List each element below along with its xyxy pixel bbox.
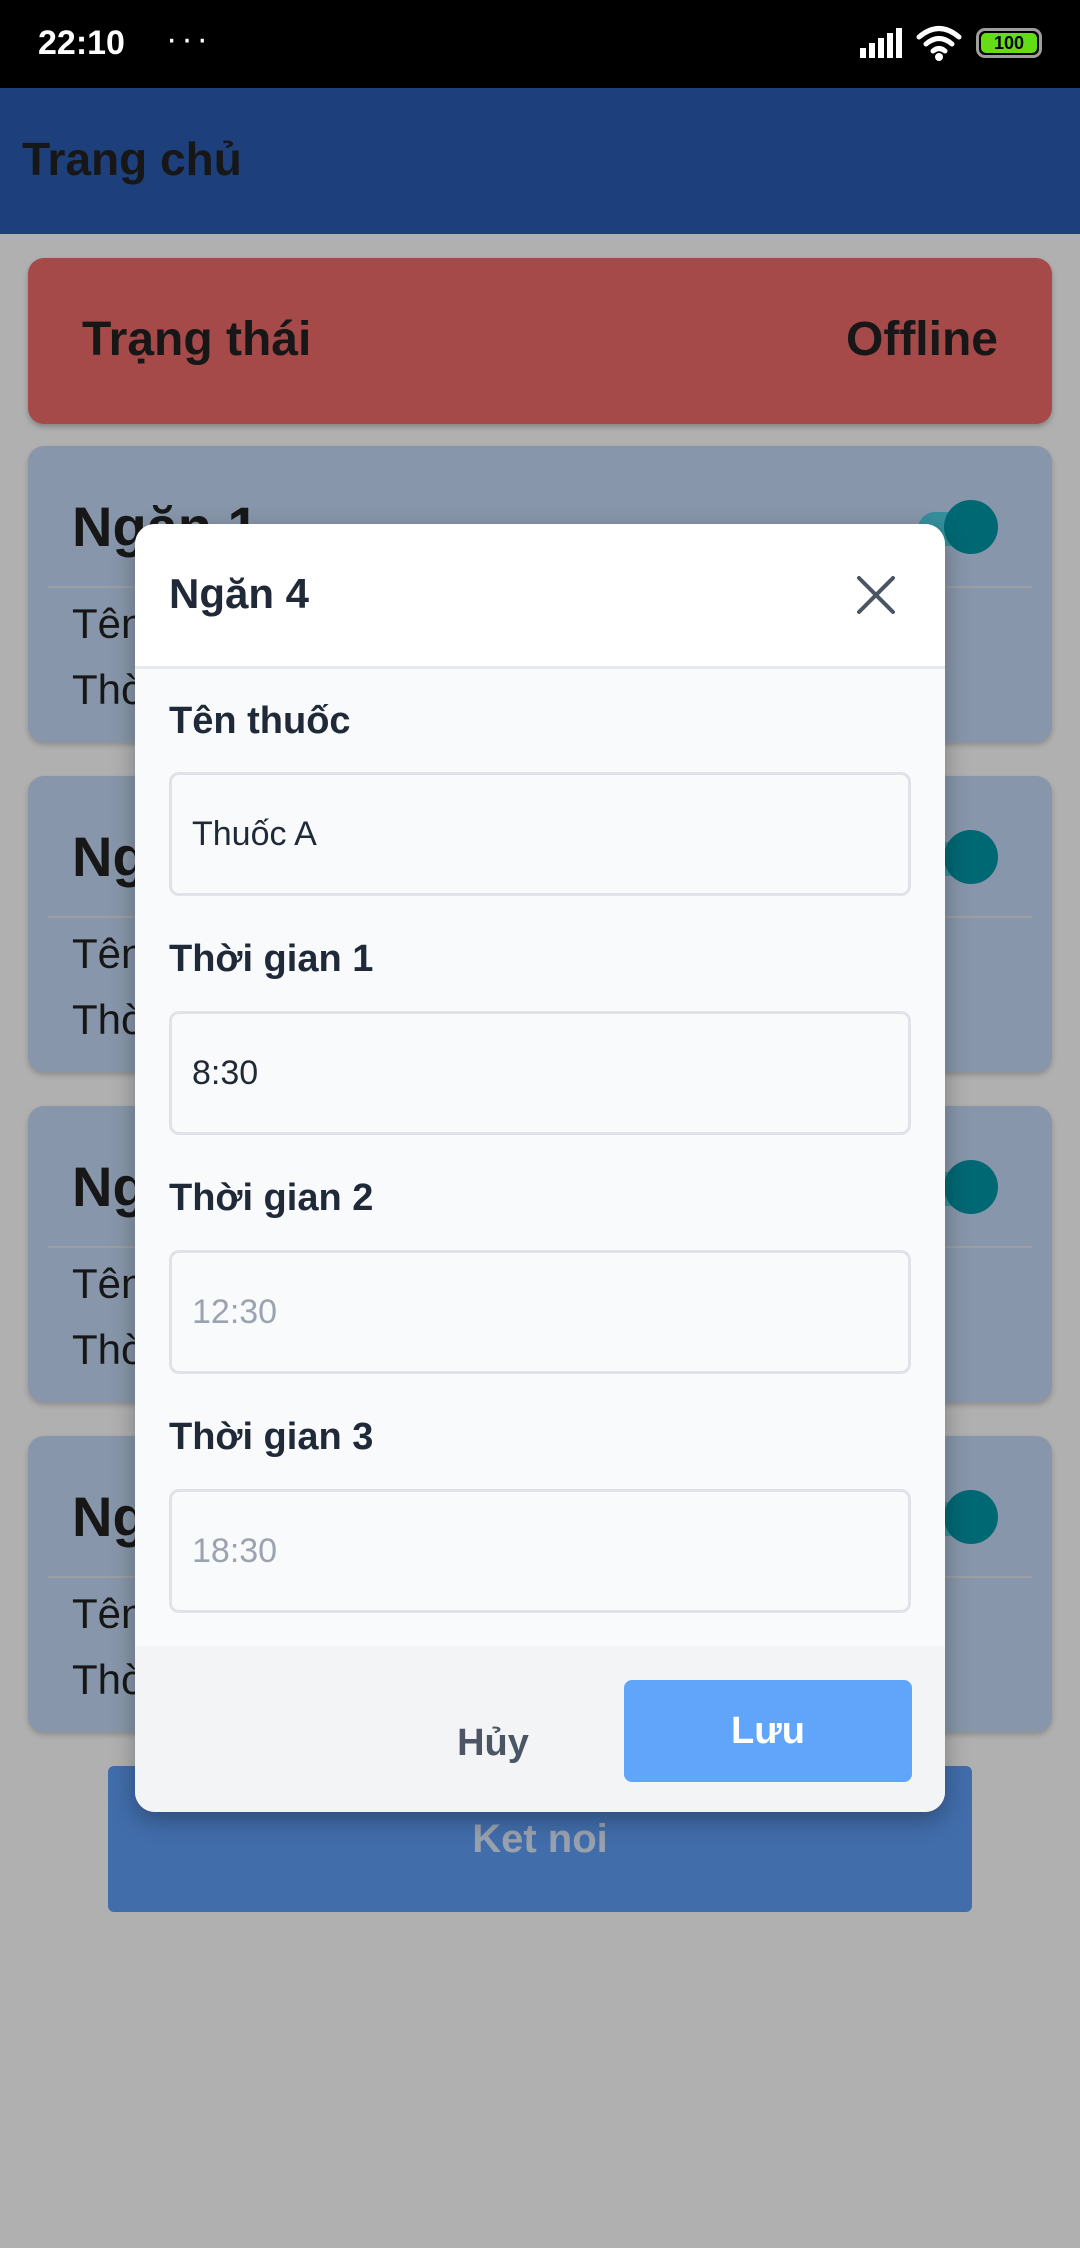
medicine-name-label: Tên thuốc (169, 700, 351, 742)
dialog-title: Ngăn 4 (169, 570, 310, 617)
status-bar: 22:10 ··· 100 (0, 0, 1080, 88)
edit-slot-dialog: Ngăn 4 Tên thuốc Thời gian 1 Thời gian 2… (135, 524, 945, 1812)
signal-icon (860, 28, 902, 63)
time-1-label: Thời gian 1 (169, 938, 374, 980)
save-button[interactable]: Lưu (624, 1680, 912, 1782)
status-time: 22:10 (38, 24, 125, 62)
battery-icon: 100 (976, 28, 1042, 58)
time-3-input[interactable] (169, 1489, 911, 1613)
time-1-input[interactable] (169, 1011, 911, 1135)
time-3-label: Thời gian 3 (169, 1416, 374, 1458)
medicine-name-input[interactable] (169, 772, 911, 896)
time-2-label: Thời gian 2 (169, 1177, 374, 1219)
time-2-input[interactable] (169, 1250, 911, 1374)
cancel-button[interactable]: Hủy (393, 1692, 593, 1794)
close-icon[interactable] (851, 570, 901, 620)
dialog-header: Ngăn 4 (135, 524, 945, 669)
battery-level: 100 (981, 33, 1037, 53)
dialog-footer: Hủy Lưu (135, 1646, 945, 1812)
more-dots-icon: ··· (166, 20, 212, 58)
wifi-icon (916, 24, 962, 67)
